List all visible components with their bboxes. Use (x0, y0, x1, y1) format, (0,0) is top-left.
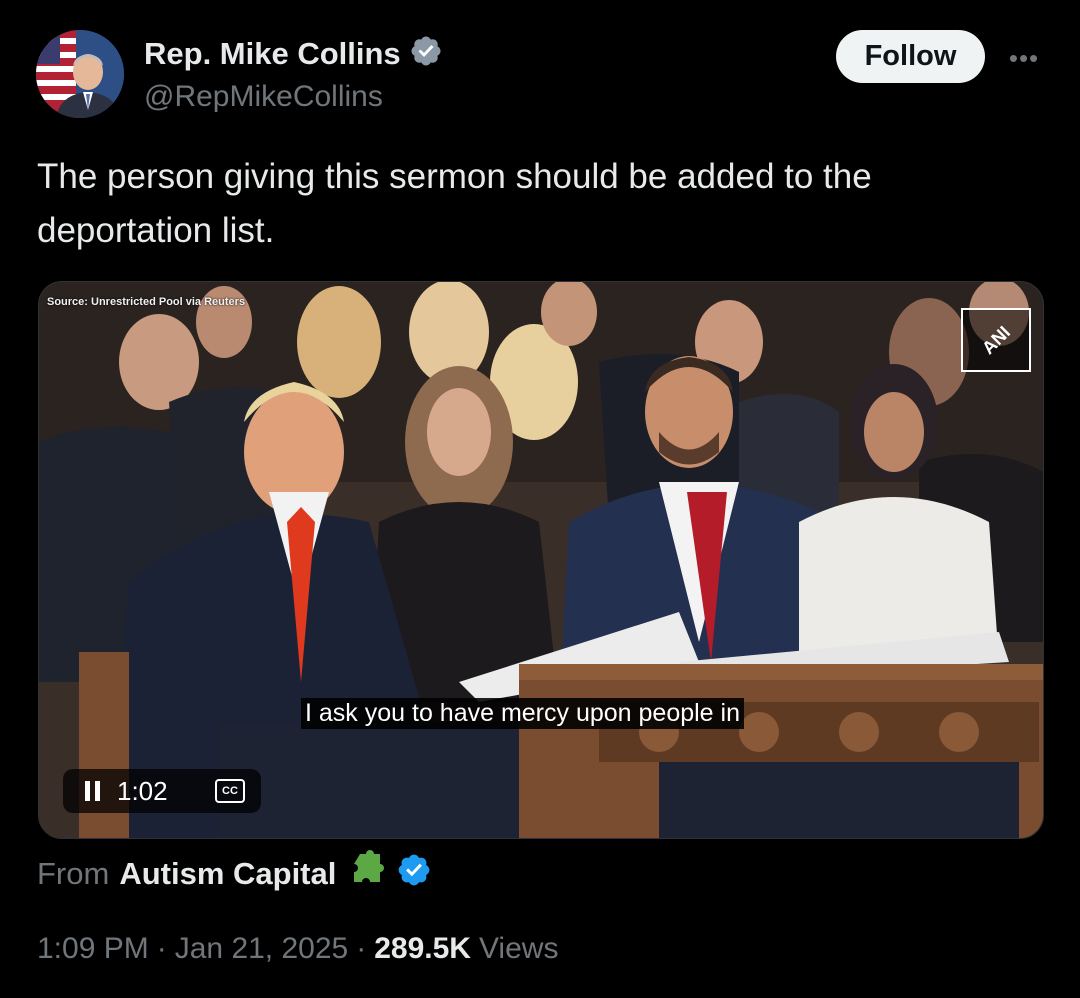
verified-badge-icon (409, 34, 443, 73)
verified-badge-icon (396, 852, 432, 896)
video-player[interactable]: Source: Unrestricted Pool via Reuters AN… (38, 281, 1044, 839)
meta-separator: · (156, 932, 167, 965)
author-name-row[interactable]: Rep. Mike Collins (144, 34, 443, 73)
from-label: From (37, 856, 110, 891)
tweet-text: The person giving this sermon should be … (37, 157, 872, 250)
video-caption: I ask you to have mercy upon people in (301, 698, 744, 729)
follow-button[interactable]: Follow (836, 30, 985, 83)
views-count: 289.5K (374, 932, 471, 965)
author-handle[interactable]: @RepMikeCollins (144, 80, 383, 114)
ani-watermark-logo: ANI (961, 308, 1031, 372)
meta-separator: · (356, 932, 367, 965)
ani-watermark-text: ANI (977, 321, 1014, 358)
more-options-icon[interactable]: ••• (1004, 40, 1044, 76)
pause-icon (85, 781, 100, 801)
tweet-meta: 1:09 PM · Jan 21, 2025 · 289.5K Views (37, 932, 558, 966)
video-frame (39, 282, 1043, 838)
closed-captions-button[interactable]: CC (215, 779, 245, 803)
video-controls: 1:02 CC (63, 769, 261, 813)
attribution-account-name[interactable]: Autism Capital (119, 856, 336, 892)
author-name[interactable]: Rep. Mike Collins (144, 36, 401, 72)
video-source-label: Source: Unrestricted Pool via Reuters (47, 296, 246, 308)
video-time: 1:02 (117, 775, 168, 806)
views-label: Views (478, 932, 559, 965)
puzzle-piece-icon (346, 850, 386, 898)
tweet-time[interactable]: 1:09 PM (37, 932, 149, 966)
author-avatar[interactable] (36, 30, 124, 118)
pause-button[interactable] (75, 769, 111, 813)
video-attribution: From Autism Capital (37, 850, 432, 898)
tweet-date[interactable]: Jan 21, 2025 (175, 932, 348, 966)
